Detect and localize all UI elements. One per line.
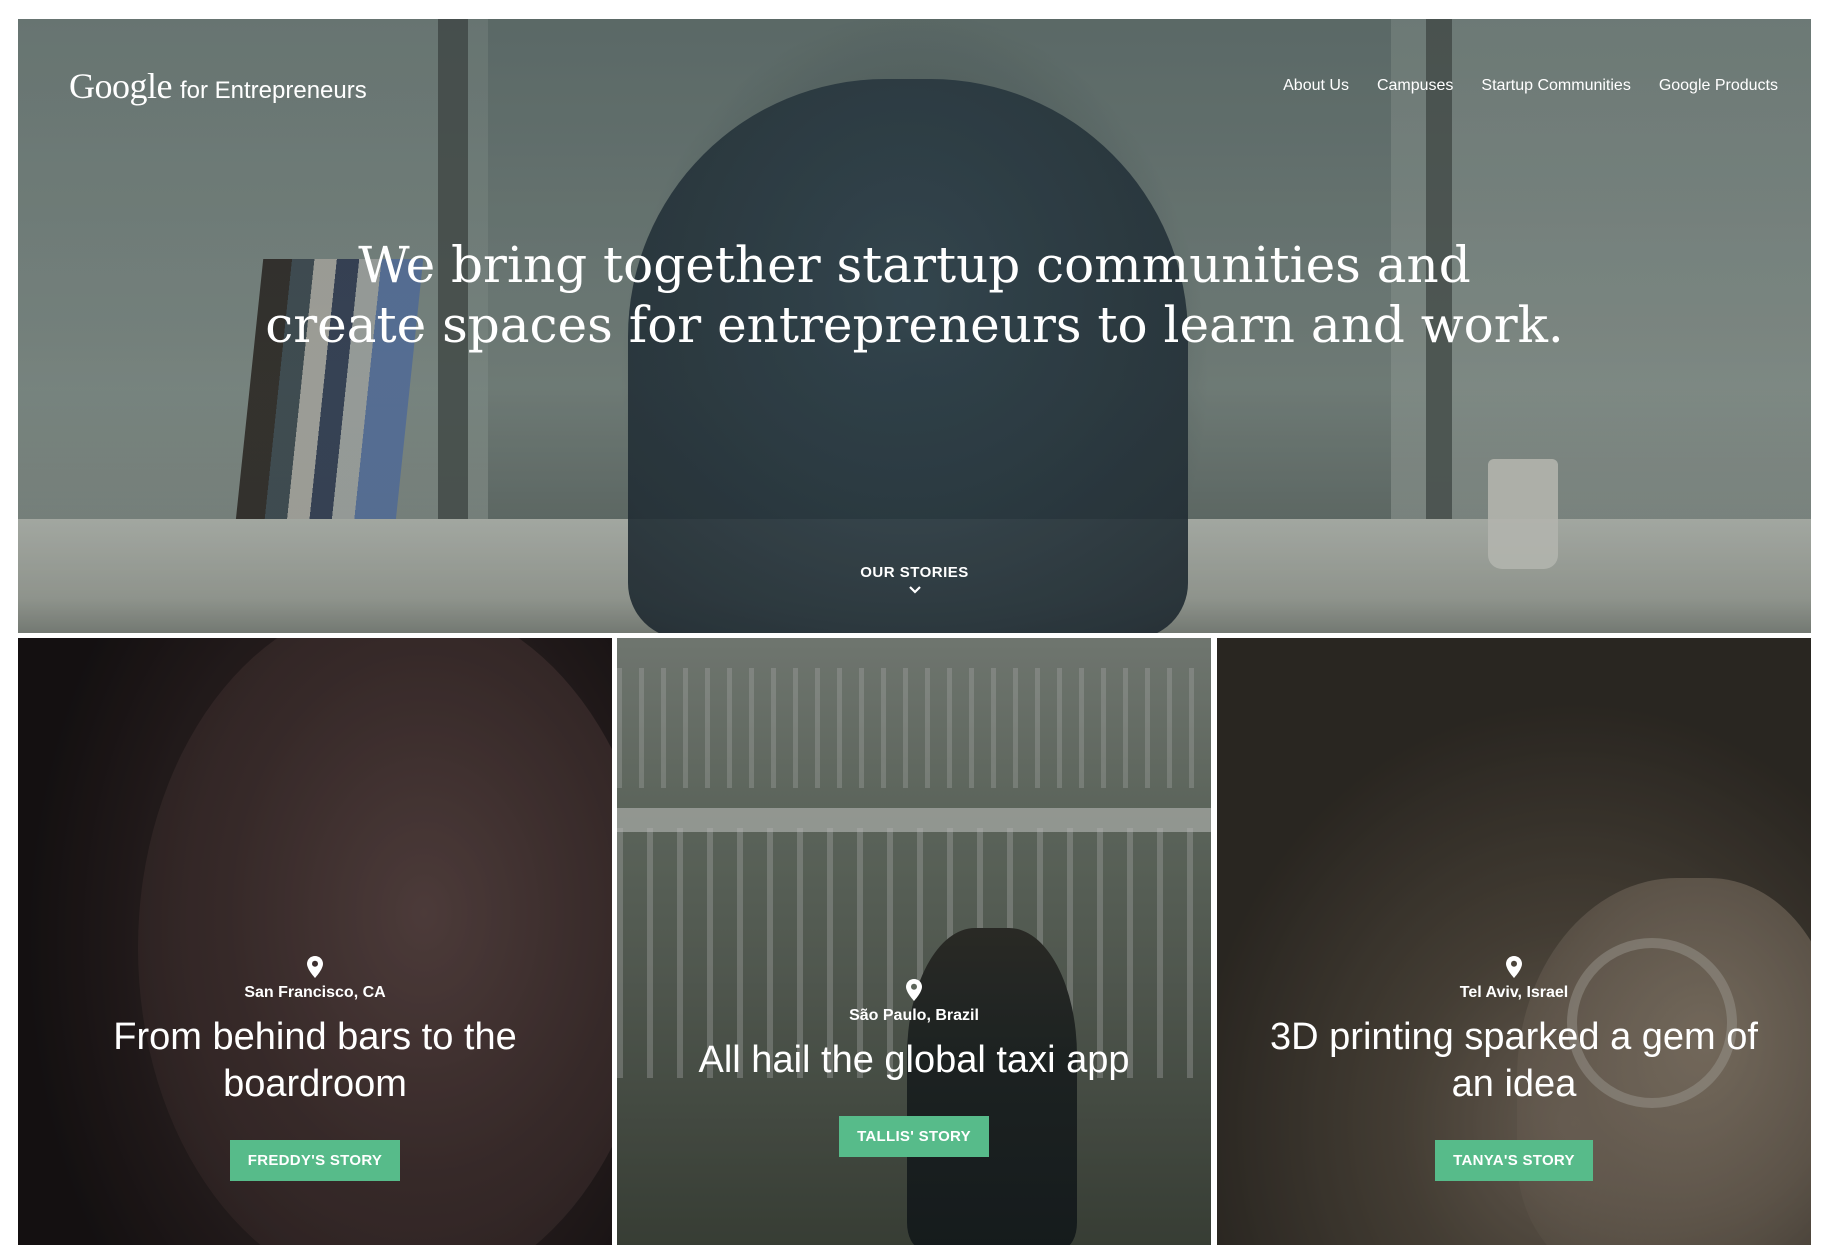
- story-content: São Paulo, Brazil All hail the global ta…: [617, 979, 1211, 1157]
- story-card-tallis: São Paulo, Brazil All hail the global ta…: [617, 638, 1211, 1245]
- map-pin-icon: [906, 979, 922, 1001]
- main-nav: About Us Campuses Startup Communities Go…: [1283, 77, 1778, 95]
- tallis-story-button[interactable]: TALLIS' STORY: [839, 1116, 989, 1157]
- story-location: San Francisco, CA: [244, 984, 386, 1001]
- freddys-story-button[interactable]: FREDDY'S STORY: [229, 1140, 401, 1181]
- our-stories-link[interactable]: OUR STORIES: [18, 564, 1811, 595]
- brand-suffix: for Entrepreneurs: [179, 77, 367, 104]
- google-logo: Google: [69, 66, 172, 106]
- brand-logo-link[interactable]: Google for Entrepreneurs: [69, 65, 367, 107]
- nav-startup-communities[interactable]: Startup Communities: [1481, 77, 1630, 95]
- nav-google-products[interactable]: Google Products: [1659, 77, 1778, 95]
- hero-headline-line-2: create spaces for entrepreneurs to learn…: [265, 296, 1564, 354]
- nav-campuses[interactable]: Campuses: [1377, 77, 1453, 95]
- hero-section: Google for Entrepreneurs About Us Campus…: [18, 19, 1811, 633]
- story-title: From behind bars to the boardroom: [113, 1016, 517, 1105]
- story-content: Tel Aviv, Israel 3D printing sparked a g…: [1217, 956, 1811, 1181]
- map-pin-icon: [1506, 956, 1522, 978]
- tanyas-story-button[interactable]: TANYA'S STORY: [1435, 1140, 1593, 1181]
- story-card-freddy: San Francisco, CA From behind bars to th…: [18, 638, 612, 1245]
- our-stories-label: OUR STORIES: [860, 564, 969, 581]
- story-card-tanya: Tel Aviv, Israel 3D printing sparked a g…: [1217, 638, 1811, 1245]
- story-title: All hail the global taxi app: [698, 1039, 1130, 1081]
- hero-headline-line-1: We bring together startup communities an…: [358, 236, 1471, 294]
- map-pin-icon: [307, 956, 323, 978]
- story-location: São Paulo, Brazil: [849, 1007, 979, 1024]
- story-title: 3D printing sparked a gem of an idea: [1270, 1016, 1758, 1105]
- nav-about-us[interactable]: About Us: [1283, 77, 1349, 95]
- hero-headline: We bring together startup communities an…: [18, 235, 1811, 355]
- chevron-down-icon: [908, 586, 921, 594]
- story-content: San Francisco, CA From behind bars to th…: [18, 956, 612, 1181]
- story-location: Tel Aviv, Israel: [1459, 984, 1569, 1001]
